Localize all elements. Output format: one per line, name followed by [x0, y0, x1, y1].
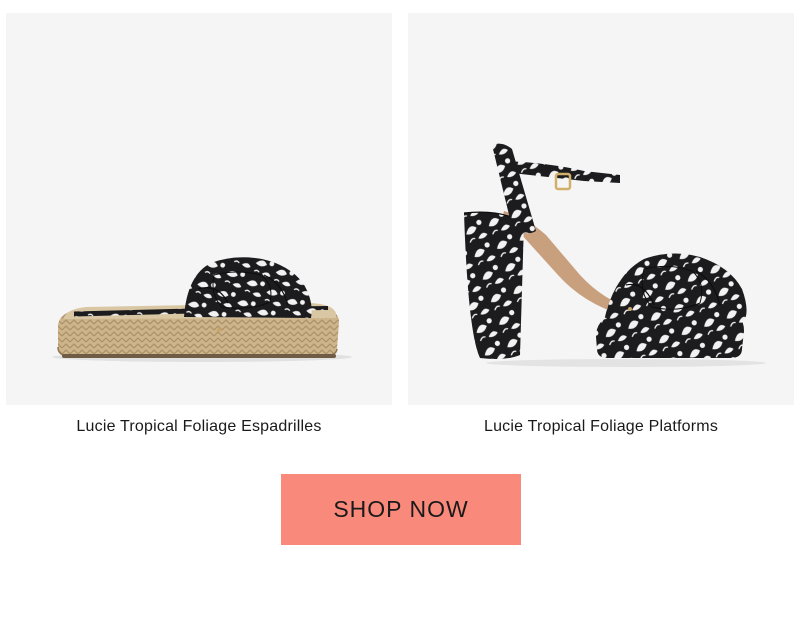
- product-name-espadrilles[interactable]: Lucie Tropical Foliage Espadrilles: [6, 418, 392, 436]
- product-card-platforms[interactable]: [408, 13, 794, 405]
- shop-now-button[interactable]: SHOP NOW: [281, 474, 521, 545]
- platform-heel-sandal-image[interactable]: [408, 13, 794, 405]
- espadrille-sandal-image[interactable]: [6, 13, 392, 405]
- product-card-espadrilles[interactable]: [6, 13, 392, 405]
- product-name-platforms[interactable]: Lucie Tropical Foliage Platforms: [408, 418, 794, 436]
